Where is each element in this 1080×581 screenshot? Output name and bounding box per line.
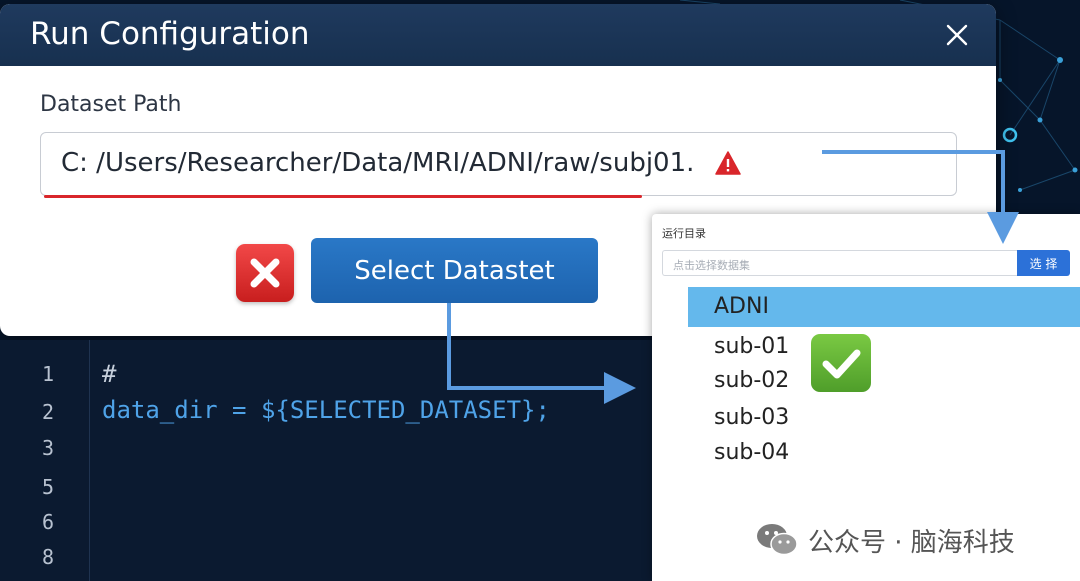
warning-icon bbox=[715, 151, 741, 175]
watermark: 公众号 · 脑海科技 bbox=[756, 520, 1015, 560]
wechat-logo-icon bbox=[757, 524, 798, 556]
tree-item-sub-01[interactable]: sub-01 bbox=[714, 334, 789, 359]
picker-search-input[interactable]: 点击选择数据集 bbox=[662, 250, 1018, 276]
line-number: 3 bbox=[42, 436, 55, 460]
path-error-underline bbox=[44, 195, 642, 198]
picker-select-button[interactable]: 选 择 bbox=[1017, 250, 1070, 276]
line-number: 1 bbox=[42, 362, 55, 386]
cancel-button[interactable] bbox=[236, 244, 294, 302]
dataset-path-value: C: /Users/Researcher/Data/MRI/ADNI/raw/s… bbox=[61, 148, 695, 178]
line-number-gutter: 1 2 3 5 6 8 bbox=[0, 340, 90, 581]
tree-item-sub-04[interactable]: sub-04 bbox=[714, 440, 789, 465]
picker-title: 运行目录 bbox=[662, 227, 706, 240]
code-assignment-line: data_dir = ${SELECTED_DATASET}; bbox=[102, 396, 550, 424]
tree-item-sub-02[interactable]: sub-02 bbox=[714, 368, 789, 393]
line-number: 8 bbox=[42, 545, 55, 569]
tree-item-sub-03[interactable]: sub-03 bbox=[714, 405, 789, 430]
line-number: 6 bbox=[42, 510, 55, 534]
success-check-badge bbox=[811, 334, 871, 392]
dataset-path-input[interactable]: C: /Users/Researcher/Data/MRI/ADNI/raw/s… bbox=[40, 132, 957, 196]
close-icon[interactable] bbox=[940, 18, 974, 52]
line-number: 2 bbox=[42, 400, 55, 424]
watermark-text: 公众号 · 脑海科技 bbox=[808, 527, 1015, 558]
line-number: 5 bbox=[42, 475, 55, 499]
error-x-icon bbox=[250, 258, 280, 288]
picker-placeholder: 点击选择数据集 bbox=[673, 259, 750, 272]
checkmark-icon bbox=[822, 349, 861, 379]
dialog-title: Run Configuration bbox=[30, 16, 310, 52]
code-editor[interactable]: 1 2 3 5 6 8 # data_dir = ${SELECTED_DATA… bbox=[0, 340, 660, 581]
select-dataset-button[interactable]: Select Datastet bbox=[311, 238, 598, 303]
dialog-header: Run Configuration bbox=[0, 4, 996, 66]
dataset-path-label: Dataset Path bbox=[40, 92, 182, 117]
tree-item-adni[interactable]: ADNI bbox=[714, 294, 769, 319]
code-comment-line: # bbox=[102, 360, 117, 388]
